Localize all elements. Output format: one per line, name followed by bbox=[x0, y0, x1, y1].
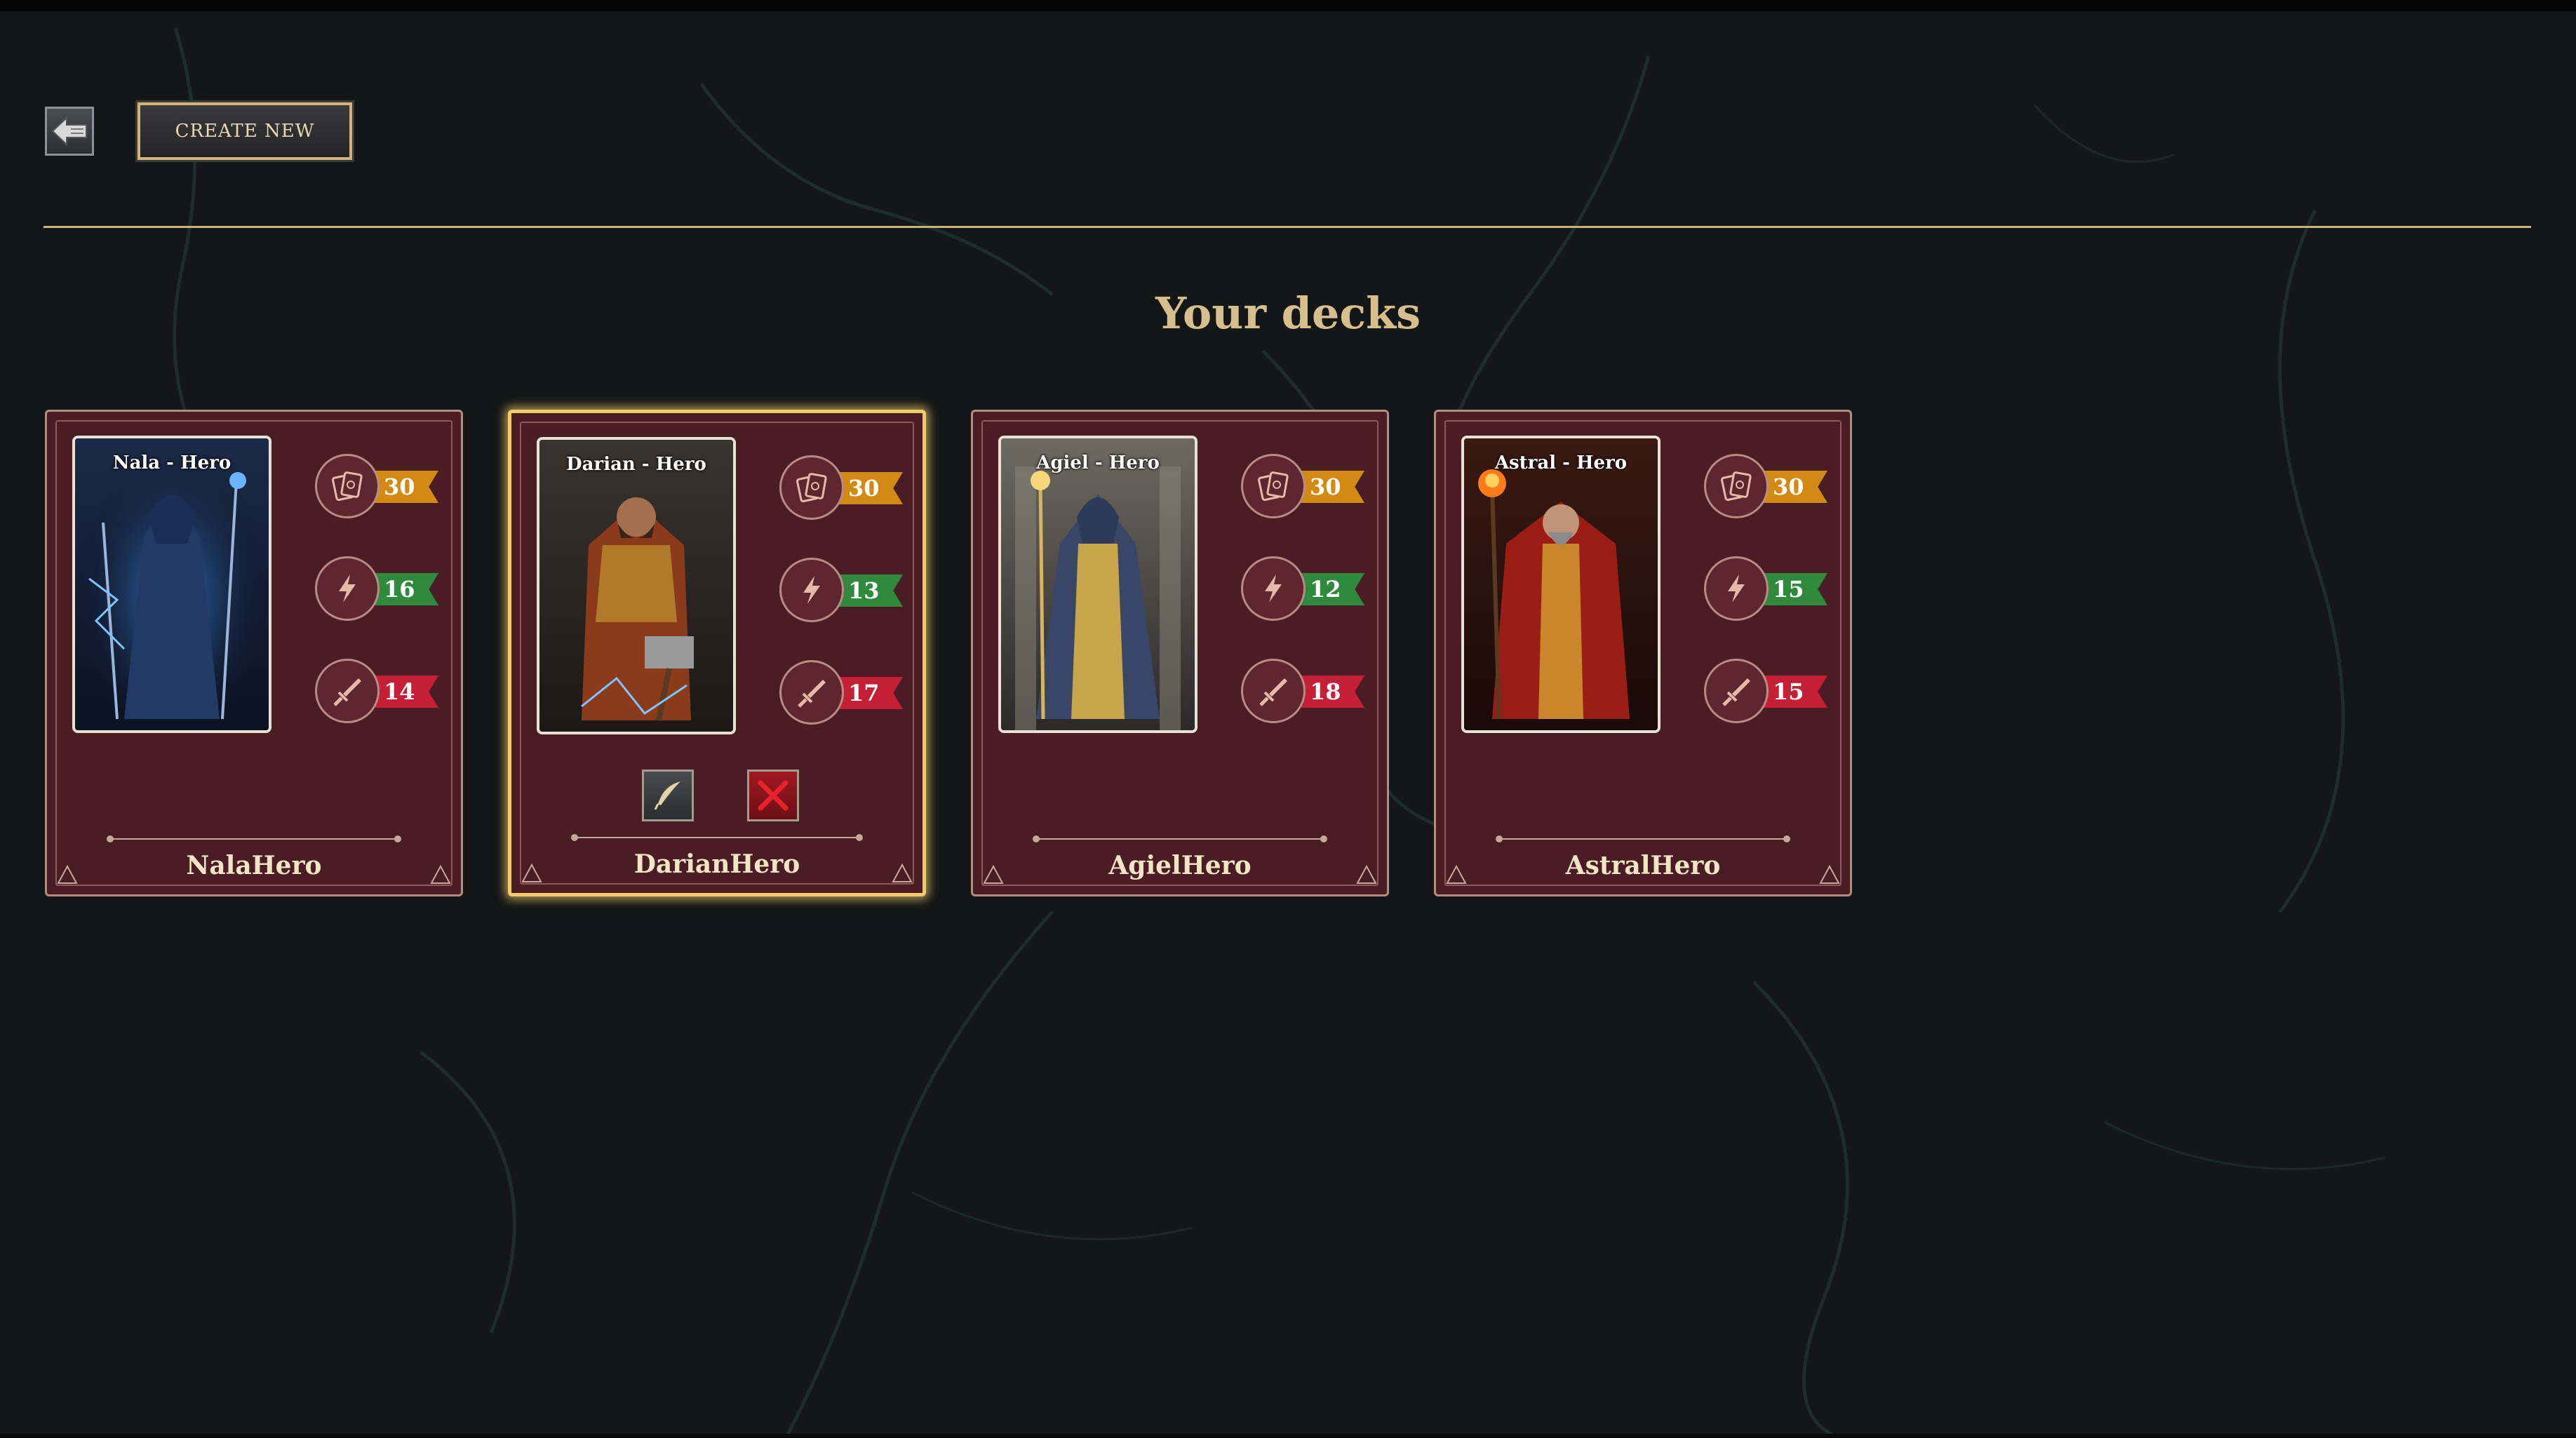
attack-value: 18 bbox=[1310, 678, 1341, 705]
create-new-button[interactable]: CREATE NEW bbox=[135, 100, 354, 162]
hero-portrait: Nala - Hero bbox=[72, 436, 271, 733]
cards-icon bbox=[1241, 454, 1306, 518]
deck-name: AstralHero bbox=[1565, 851, 1721, 880]
sword-icon bbox=[315, 659, 380, 723]
stat-energy: 15 bbox=[1704, 556, 1827, 624]
name-divider bbox=[107, 835, 401, 842]
attack-value: 14 bbox=[384, 678, 415, 705]
close-x-icon bbox=[758, 780, 789, 811]
stat-attack: 14 bbox=[315, 659, 438, 726]
cards-count: 30 bbox=[1310, 473, 1341, 500]
deck-card-darian[interactable]: Darian - Hero 30 13 17 DarianHero bbox=[508, 410, 926, 896]
stat-cards: 30 bbox=[315, 454, 438, 521]
deck-card-astral[interactable]: Astral - Hero 30 15 15 AstralHero bbox=[1434, 410, 1852, 896]
hero-label: Astral - Hero bbox=[1494, 452, 1628, 473]
header-divider bbox=[43, 226, 2531, 228]
lightning-icon bbox=[779, 558, 844, 622]
lightning-icon bbox=[315, 556, 380, 621]
back-button[interactable] bbox=[45, 107, 94, 156]
page-title: Your decks bbox=[1155, 288, 1421, 339]
energy-value: 12 bbox=[1310, 576, 1341, 603]
cards-count: 30 bbox=[848, 475, 880, 502]
name-divider bbox=[571, 834, 863, 841]
quill-icon bbox=[654, 781, 680, 810]
hero-portrait: Astral - Hero bbox=[1461, 436, 1661, 733]
lightning-icon bbox=[1241, 556, 1306, 621]
stat-cards: 30 bbox=[1704, 454, 1827, 521]
delete-deck-button[interactable] bbox=[747, 770, 799, 821]
cards-icon bbox=[1704, 454, 1769, 518]
sword-icon bbox=[779, 660, 844, 725]
sword-icon bbox=[1241, 659, 1306, 723]
cards-icon bbox=[315, 454, 380, 518]
deck-name: DarianHero bbox=[633, 849, 800, 879]
stat-attack: 15 bbox=[1704, 659, 1827, 726]
energy-value: 15 bbox=[1773, 576, 1804, 603]
window-bottom-bar bbox=[0, 1434, 2576, 1438]
stat-cards: 30 bbox=[1241, 454, 1364, 521]
hero-label: Darian - Hero bbox=[566, 454, 706, 475]
attack-value: 17 bbox=[848, 680, 880, 706]
edit-deck-button[interactable] bbox=[642, 770, 694, 821]
stat-cards: 30 bbox=[779, 455, 903, 523]
cards-count: 30 bbox=[384, 473, 415, 500]
stat-energy: 13 bbox=[779, 558, 903, 625]
deck-card-nala[interactable]: Nala - Hero 30 16 14 NalaHero bbox=[45, 410, 463, 896]
hero-portrait: Darian - Hero bbox=[537, 437, 736, 734]
name-divider bbox=[1033, 835, 1327, 842]
deck-card-agiel[interactable]: Agiel - Hero 30 12 18 AgielHero bbox=[971, 410, 1389, 896]
stat-energy: 12 bbox=[1241, 556, 1364, 624]
hero-label: Nala - Hero bbox=[112, 452, 232, 473]
energy-value: 16 bbox=[384, 576, 415, 603]
deck-name: AgielHero bbox=[1108, 851, 1252, 880]
cards-icon bbox=[779, 455, 844, 520]
sword-icon bbox=[1704, 659, 1769, 723]
cards-count: 30 bbox=[1773, 473, 1804, 500]
stat-attack: 17 bbox=[779, 660, 903, 727]
stat-attack: 18 bbox=[1241, 659, 1364, 726]
attack-value: 15 bbox=[1773, 678, 1804, 705]
stat-energy: 16 bbox=[315, 556, 438, 624]
back-arrow-icon bbox=[51, 116, 87, 147]
energy-value: 13 bbox=[848, 577, 880, 604]
name-divider bbox=[1496, 835, 1790, 842]
hero-label: Agiel - Hero bbox=[1036, 452, 1160, 473]
deck-name: NalaHero bbox=[186, 851, 322, 880]
hero-portrait: Agiel - Hero bbox=[998, 436, 1198, 733]
lightning-icon bbox=[1704, 556, 1769, 621]
